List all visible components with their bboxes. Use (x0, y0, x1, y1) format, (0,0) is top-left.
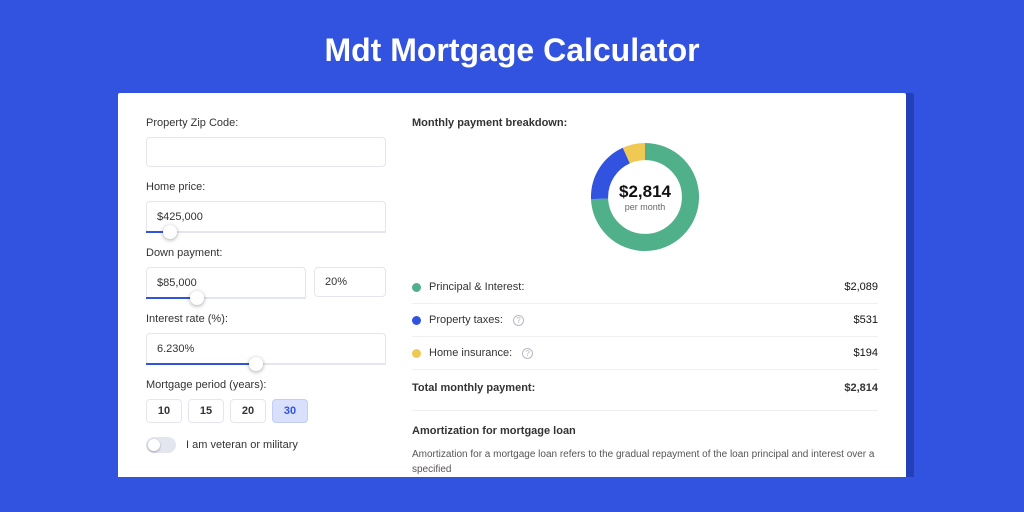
interest-rate-slider[interactable] (146, 363, 386, 365)
veteran-label: I am veteran or military (186, 439, 298, 451)
mortgage-period-field: Mortgage period (years): 10 15 20 30 (146, 379, 386, 423)
calculator-card: Property Zip Code: Home price: Down paym… (118, 93, 906, 477)
veteran-toggle[interactable] (146, 437, 176, 453)
mortgage-period-30[interactable]: 30 (272, 399, 308, 423)
home-price-field: Home price: (146, 181, 386, 233)
mortgage-period-10[interactable]: 10 (146, 399, 182, 423)
donut-center-sub: per month (625, 202, 666, 212)
down-payment-label: Down payment: (146, 247, 386, 259)
mortgage-period-options: 10 15 20 30 (146, 399, 386, 423)
info-icon[interactable]: ? (522, 348, 533, 359)
legend-label: Home insurance: (429, 347, 512, 359)
down-payment-amount-input[interactable] (146, 267, 306, 297)
inputs-panel: Property Zip Code: Home price: Down paym… (146, 117, 386, 477)
page-title: Mdt Mortgage Calculator (0, 0, 1024, 93)
breakdown-title: Monthly payment breakdown: (412, 117, 878, 129)
interest-rate-slider-handle[interactable] (249, 357, 263, 371)
bullet-icon (412, 349, 421, 358)
interest-rate-input[interactable] (146, 333, 386, 363)
donut-center-amount: $2,814 (619, 182, 671, 202)
amortization-body: Amortization for a mortgage loan refers … (412, 447, 878, 477)
legend-total-value: $2,814 (844, 382, 878, 394)
mortgage-period-20[interactable]: 20 (230, 399, 266, 423)
home-price-slider[interactable] (146, 231, 386, 233)
legend-home-insurance: Home insurance: ? $194 (412, 337, 878, 370)
bullet-icon (412, 316, 421, 325)
legend-label: Principal & Interest: (429, 281, 524, 293)
payment-donut-chart: $2,814 per month (585, 137, 705, 257)
home-price-slider-handle[interactable] (163, 225, 177, 239)
legend-value: $531 (854, 314, 878, 326)
amortization-section: Amortization for mortgage loan Amortizat… (412, 410, 878, 477)
zip-field: Property Zip Code: (146, 117, 386, 167)
zip-input[interactable] (146, 137, 386, 167)
home-price-label: Home price: (146, 181, 386, 193)
legend-principal-interest: Principal & Interest: $2,089 (412, 271, 878, 304)
mortgage-period-15[interactable]: 15 (188, 399, 224, 423)
legend-property-taxes: Property taxes: ? $531 (412, 304, 878, 337)
legend-total-row: Total monthly payment: $2,814 (412, 370, 878, 408)
down-payment-slider[interactable] (146, 297, 306, 299)
bullet-icon (412, 283, 421, 292)
down-payment-field: Down payment: (146, 247, 386, 299)
amortization-title: Amortization for mortgage loan (412, 425, 878, 437)
legend-value: $2,089 (844, 281, 878, 293)
veteran-row: I am veteran or military (146, 437, 386, 453)
legend-total-label: Total monthly payment: (412, 382, 535, 394)
home-price-input[interactable] (146, 201, 386, 231)
zip-label: Property Zip Code: (146, 117, 386, 129)
down-payment-slider-handle[interactable] (190, 291, 204, 305)
legend-label: Property taxes: (429, 314, 503, 326)
interest-rate-field: Interest rate (%): (146, 313, 386, 365)
legend-value: $194 (854, 347, 878, 359)
down-payment-percent-input[interactable] (314, 267, 386, 297)
mortgage-period-label: Mortgage period (years): (146, 379, 386, 391)
breakdown-panel: Monthly payment breakdown: $2,814 per mo… (386, 117, 878, 477)
info-icon[interactable]: ? (513, 315, 524, 326)
interest-rate-label: Interest rate (%): (146, 313, 386, 325)
